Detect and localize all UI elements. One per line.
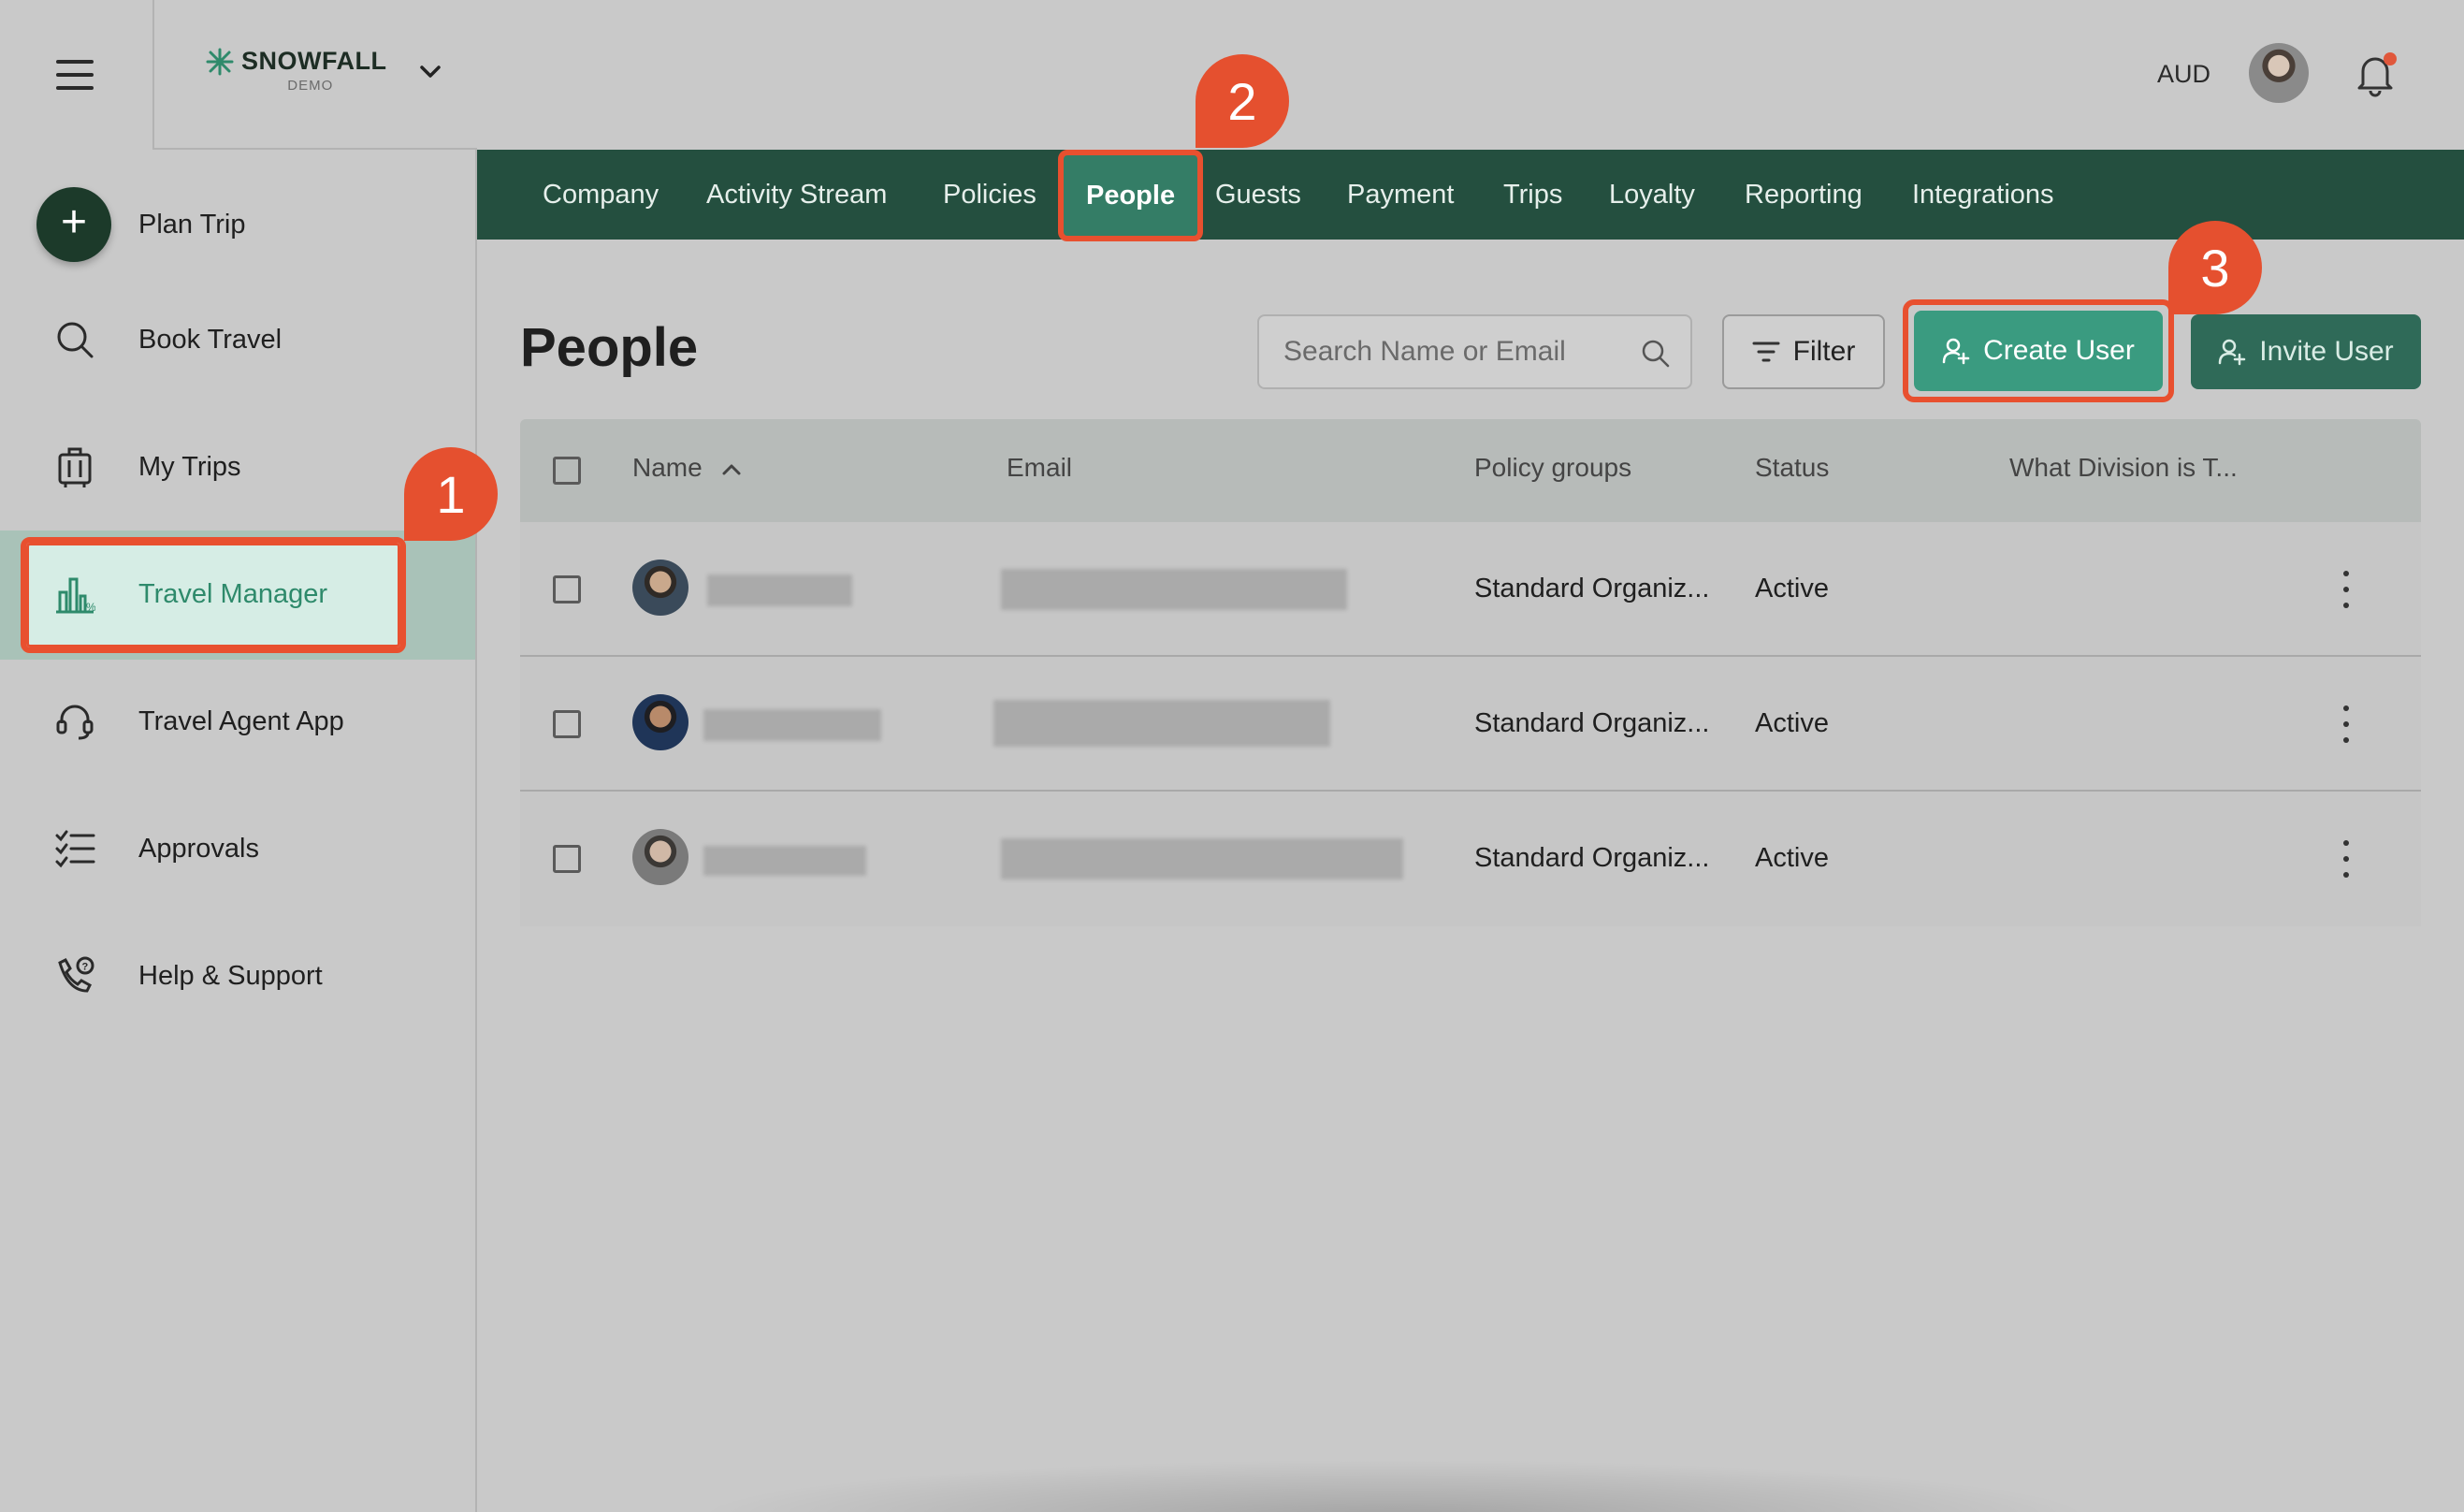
create-user-button[interactable]: Create User — [1914, 311, 2163, 391]
luggage-icon — [52, 444, 97, 489]
sidebar-item-help-support[interactable]: ? Help & Support — [0, 912, 475, 1040]
sidebar: + Plan Trip Book Travel My Trips % Trave… — [0, 150, 477, 1512]
redacted-name — [703, 846, 866, 876]
redacted-email — [1001, 838, 1403, 880]
svg-text:?: ? — [82, 962, 89, 973]
search-box — [1257, 314, 1692, 389]
select-all-checkbox[interactable] — [553, 457, 581, 485]
nav-tab-bar: Company Activity Stream Policies People … — [477, 150, 2464, 241]
redacted-email — [1001, 569, 1347, 610]
more-options-icon[interactable] — [2337, 705, 2355, 743]
avatar — [632, 694, 688, 750]
sidebar-item-book-travel[interactable]: Book Travel — [0, 276, 475, 403]
filter-label: Filter — [1792, 336, 1856, 367]
redacted-email — [993, 700, 1330, 747]
notification-dot — [2384, 52, 2397, 65]
tab-reporting[interactable]: Reporting — [1745, 150, 1862, 240]
tab-payment[interactable]: Payment — [1347, 150, 1454, 240]
redacted-name — [703, 709, 881, 741]
table-header: Name Email Policy groups Status What Div… — [520, 419, 2421, 522]
bottom-shadow — [692, 1460, 2095, 1512]
more-options-icon[interactable] — [2337, 840, 2355, 878]
row-checkbox[interactable] — [553, 845, 581, 873]
tab-integrations[interactable]: Integrations — [1912, 150, 2054, 240]
phone-help-icon: ? — [52, 953, 97, 998]
sidebar-item-label: Approvals — [138, 833, 259, 864]
people-table: Name Email Policy groups Status What Div… — [520, 419, 2421, 928]
brand-logo[interactable]: SNOWFALL DEMO — [206, 47, 386, 94]
sidebar-item-label: Travel Manager — [138, 578, 328, 609]
more-options-icon[interactable] — [2337, 571, 2355, 608]
hamburger-zone — [0, 0, 154, 150]
avatar — [632, 560, 688, 616]
column-name[interactable]: Name — [632, 453, 703, 483]
currency-selector[interactable]: AUD — [2157, 60, 2210, 89]
filter-icon — [1752, 342, 1780, 362]
tab-loyalty[interactable]: Loyalty — [1609, 150, 1695, 240]
svg-text:%: % — [86, 601, 95, 614]
tab-activity-stream[interactable]: Activity Stream — [706, 150, 887, 240]
status-cell: Active — [1755, 708, 1829, 738]
brand-zone: SNOWFALL DEMO — [154, 0, 477, 150]
sidebar-item-label: Plan Trip — [138, 209, 246, 240]
callout-2: 2 — [1196, 54, 1289, 148]
table-row[interactable]: Standard Organiz... Active — [520, 792, 2421, 926]
tab-trips[interactable]: Trips — [1503, 150, 1562, 240]
avatar — [632, 829, 688, 885]
row-checkbox[interactable] — [553, 575, 581, 603]
sidebar-item-label: Book Travel — [138, 324, 283, 355]
brand-sub: DEMO — [287, 78, 334, 94]
tab-people[interactable]: People — [1058, 150, 1204, 241]
policy-group-cell: Standard Organiz... — [1474, 574, 1710, 603]
page-title: People — [520, 317, 699, 378]
add-user-icon — [1942, 338, 1970, 365]
row-checkbox[interactable] — [553, 710, 581, 738]
snowflake-icon — [206, 48, 234, 75]
sidebar-item-plan-trip[interactable]: + Plan Trip — [0, 161, 475, 288]
sort-ascending-icon[interactable] — [720, 460, 743, 477]
invite-user-icon — [2219, 339, 2246, 366]
column-policy-groups[interactable]: Policy groups — [1474, 453, 1631, 483]
menu-icon[interactable] — [56, 60, 94, 90]
filter-button[interactable]: Filter — [1722, 314, 1885, 389]
column-division[interactable]: What Division is T... — [2009, 453, 2238, 483]
sidebar-item-approvals[interactable]: Approvals — [0, 785, 475, 912]
plus-icon: + — [36, 186, 112, 263]
create-user-label: Create User — [1983, 335, 2135, 366]
search-icon — [52, 317, 97, 362]
sidebar-item-label: Help & Support — [138, 960, 323, 991]
sidebar-item-travel-agent-app[interactable]: Travel Agent App — [0, 658, 475, 785]
headset-icon — [52, 699, 97, 744]
tab-policies[interactable]: Policies — [943, 150, 1036, 240]
callout-1: 1 — [404, 447, 498, 541]
chevron-down-icon[interactable] — [416, 58, 444, 86]
redacted-name — [707, 574, 852, 606]
sidebar-item-label: Travel Agent App — [138, 705, 344, 736]
search-input[interactable] — [1283, 316, 1630, 387]
column-status[interactable]: Status — [1755, 453, 1829, 483]
sidebar-item-label: My Trips — [138, 451, 241, 482]
invite-user-label: Invite User — [2259, 336, 2394, 367]
callout-3: 3 — [2168, 221, 2262, 314]
user-avatar[interactable] — [2249, 43, 2309, 103]
status-cell: Active — [1755, 574, 1829, 603]
search-icon[interactable] — [1639, 337, 1673, 371]
invite-user-button[interactable]: Invite User — [2191, 314, 2421, 389]
checklist-icon — [52, 826, 97, 871]
column-email[interactable]: Email — [1007, 453, 1072, 483]
brand-name: SNOWFALL — [241, 47, 387, 75]
tab-guests[interactable]: Guests — [1215, 150, 1301, 240]
tab-company[interactable]: Company — [543, 150, 659, 240]
chart-icon: % — [52, 572, 97, 617]
sidebar-item-travel-manager[interactable]: % Travel Manager — [0, 531, 475, 658]
table-row[interactable]: Standard Organiz... Active — [520, 657, 2421, 792]
policy-group-cell: Standard Organiz... — [1474, 708, 1710, 738]
policy-group-cell: Standard Organiz... — [1474, 843, 1710, 873]
status-cell: Active — [1755, 843, 1829, 873]
table-row[interactable]: Standard Organiz... Active — [520, 522, 2421, 657]
